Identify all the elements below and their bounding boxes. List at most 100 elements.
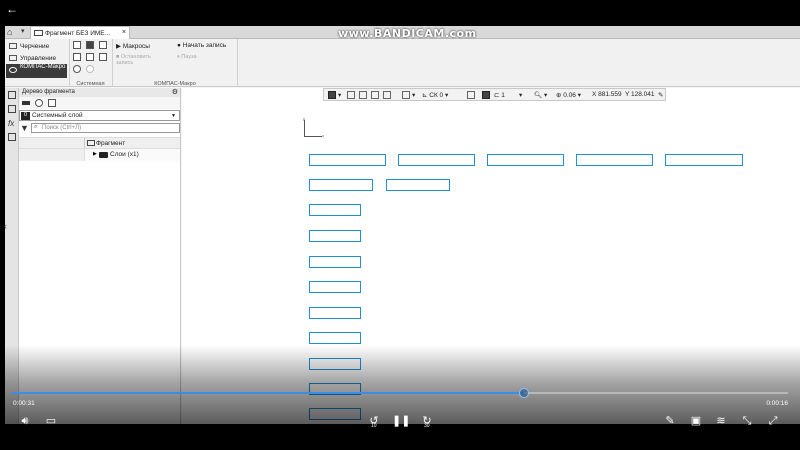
open-folder-icon[interactable] — [86, 41, 94, 49]
select-tool-icon[interactable] — [328, 91, 336, 99]
screen: ← www.BANDICAM.com ⌂ ▾ Фрагмент БЕЗ ИМЕ.… — [0, 0, 800, 450]
mode-kompas-macro-label: КОМПАС-Макро — [20, 64, 66, 70]
forward-icon[interactable]: ↻ 30 — [419, 414, 435, 429]
drawn-rectangle[interactable] — [309, 332, 361, 344]
chevron-down-icon[interactable]: ▾ — [412, 91, 415, 99]
watermark: www.BANDICAM.com — [338, 27, 477, 40]
chevron-left-icon[interactable]: ‹ — [4, 221, 7, 231]
minimize-icon[interactable]: ⤡ — [739, 414, 755, 428]
gear-icon[interactable]: ⚙ — [172, 88, 178, 96]
drawn-rectangle[interactable] — [309, 256, 361, 268]
snap4-icon[interactable] — [383, 91, 391, 99]
search-input[interactable]: ⌕ Поиск (Ctrl+Л) — [31, 123, 180, 133]
print-icon[interactable] — [73, 53, 81, 61]
stop-record-button[interactable]: ■ Остановить запись — [116, 54, 166, 66]
eyedropper-icon[interactable]: ✎ — [658, 91, 663, 99]
drawn-rectangle[interactable] — [309, 179, 373, 191]
zoom-select[interactable]: ⊕ 0.06 ▾ — [556, 91, 581, 99]
mode-management[interactable]: Управление — [6, 52, 67, 64]
layer-select[interactable]: 0 Системный слой ▼ — [19, 110, 180, 121]
filter-icon[interactable]: ▼ — [20, 123, 29, 133]
drawn-rectangle[interactable] — [309, 230, 361, 242]
zoom-icon[interactable]: 🔍︎ ▾ — [534, 91, 547, 99]
chevron-down-icon[interactable]: ▾ — [21, 27, 25, 35]
chevron-down-icon[interactable]: ▾ — [338, 91, 341, 99]
ortho-icon[interactable] — [482, 91, 490, 99]
search-placeholder: Поиск (Ctrl+Л) — [42, 125, 82, 131]
variables-icon[interactable]: fx — [8, 119, 16, 128]
cs-select[interactable]: ⊾ СК 0 ▾ — [422, 91, 448, 99]
origin-x-axis — [304, 136, 322, 137]
pause-label: Пауза — [181, 54, 197, 60]
coord-y-label: Y — [625, 91, 630, 98]
expand-arrow-icon[interactable]: ▶ — [93, 151, 97, 157]
fragment-icon — [34, 30, 43, 36]
edit-icon[interactable]: ✎ — [662, 414, 678, 428]
layers-icon[interactable] — [35, 99, 43, 107]
pause-button[interactable]: ⏸ Пауза — [177, 54, 197, 61]
drawn-rectangle[interactable] — [309, 154, 386, 166]
step-select[interactable]: ⊏ 1 — [494, 91, 505, 99]
mode-drafting[interactable]: Черчение — [6, 40, 67, 52]
drawn-rectangle[interactable] — [309, 307, 361, 319]
drawn-rectangle[interactable] — [398, 154, 475, 166]
pen-icon[interactable] — [22, 101, 30, 105]
coord-x-label: X — [592, 91, 597, 98]
snap-icon[interactable] — [347, 91, 355, 99]
origin-y-axis — [304, 120, 305, 137]
ribbon: Черчение Управление КОМПАС-Макро Системн… — [5, 39, 800, 87]
cast-icon[interactable]: ▣ — [688, 414, 704, 428]
chevron-down-icon[interactable]: ▾ — [519, 91, 522, 99]
back-arrow-icon[interactable]: ← — [6, 2, 18, 16]
drawn-rectangle[interactable] — [576, 154, 653, 166]
cs-label: СК 0 — [429, 92, 444, 99]
save-icon[interactable] — [99, 41, 107, 49]
tree-item-cell — [19, 149, 85, 161]
tree-root-label: Фрагмент — [96, 140, 126, 147]
tree-header-row[interactable]: Фрагмент — [19, 137, 180, 149]
curve-icon[interactable] — [467, 91, 475, 99]
drawn-rectangle[interactable] — [386, 179, 450, 191]
macros-button[interactable]: ▶ Макросы — [116, 42, 150, 50]
volume-icon[interactable]: 🔊︎ — [17, 414, 33, 428]
properties-icon[interactable] — [99, 53, 107, 61]
new-file-icon[interactable] — [73, 41, 81, 49]
redo-icon[interactable] — [86, 65, 94, 73]
pause-icon[interactable]: ❚❚ — [392, 414, 410, 428]
drawn-rectangle[interactable] — [309, 204, 361, 216]
start-record-label: Начать запись — [182, 42, 227, 49]
fullscreen-icon[interactable]: ⤢ — [765, 414, 781, 428]
seek-bar[interactable] — [12, 388, 788, 398]
image-icon[interactable] — [48, 99, 56, 107]
drawn-rectangle[interactable] — [487, 154, 564, 166]
drawn-rectangle[interactable] — [665, 154, 743, 166]
undo-icon[interactable] — [73, 65, 81, 73]
mode-kompas-macro[interactable]: КОМПАС-Макро — [6, 64, 67, 78]
close-icon[interactable]: × — [122, 29, 126, 36]
rewind-icon[interactable]: ↺ 10 — [366, 414, 382, 429]
origin-y-label: y — [303, 116, 305, 121]
drawn-rectangle[interactable] — [309, 281, 361, 293]
stop-record-label: Остановить запись — [116, 54, 151, 66]
playback-speed-icon[interactable]: ≋ — [713, 414, 729, 428]
tree-icon[interactable] — [8, 91, 16, 99]
home-icon[interactable]: ⌂ — [7, 27, 19, 38]
print-preview-icon[interactable] — [86, 53, 94, 61]
chevron-down-icon[interactable]: ▼ — [171, 113, 176, 119]
player-overlay — [0, 345, 800, 450]
start-record-button[interactable]: ● Начать запись — [177, 42, 226, 49]
mode-drafting-label: Черчение — [20, 43, 50, 50]
snap2-icon[interactable] — [359, 91, 367, 99]
seek-bar-fill — [12, 392, 525, 394]
grid-icon[interactable] — [402, 91, 410, 99]
macro-group-label: КОМПАС-Макро — [154, 81, 196, 87]
subtitles-icon[interactable]: ▭ — [43, 414, 59, 428]
step-value: 1 — [501, 92, 505, 99]
document-icon[interactable] — [8, 105, 16, 113]
snap3-icon[interactable] — [371, 91, 379, 99]
coord-y: Y 128.041 — [625, 91, 655, 98]
list-icon[interactable] — [8, 133, 16, 141]
tree-toolbar — [19, 97, 180, 109]
tab-document[interactable]: Фрагмент БЕЗ ИМЕ... × — [30, 26, 130, 39]
tree-item-layers[interactable]: ▶ Слои (x1) — [19, 149, 180, 161]
